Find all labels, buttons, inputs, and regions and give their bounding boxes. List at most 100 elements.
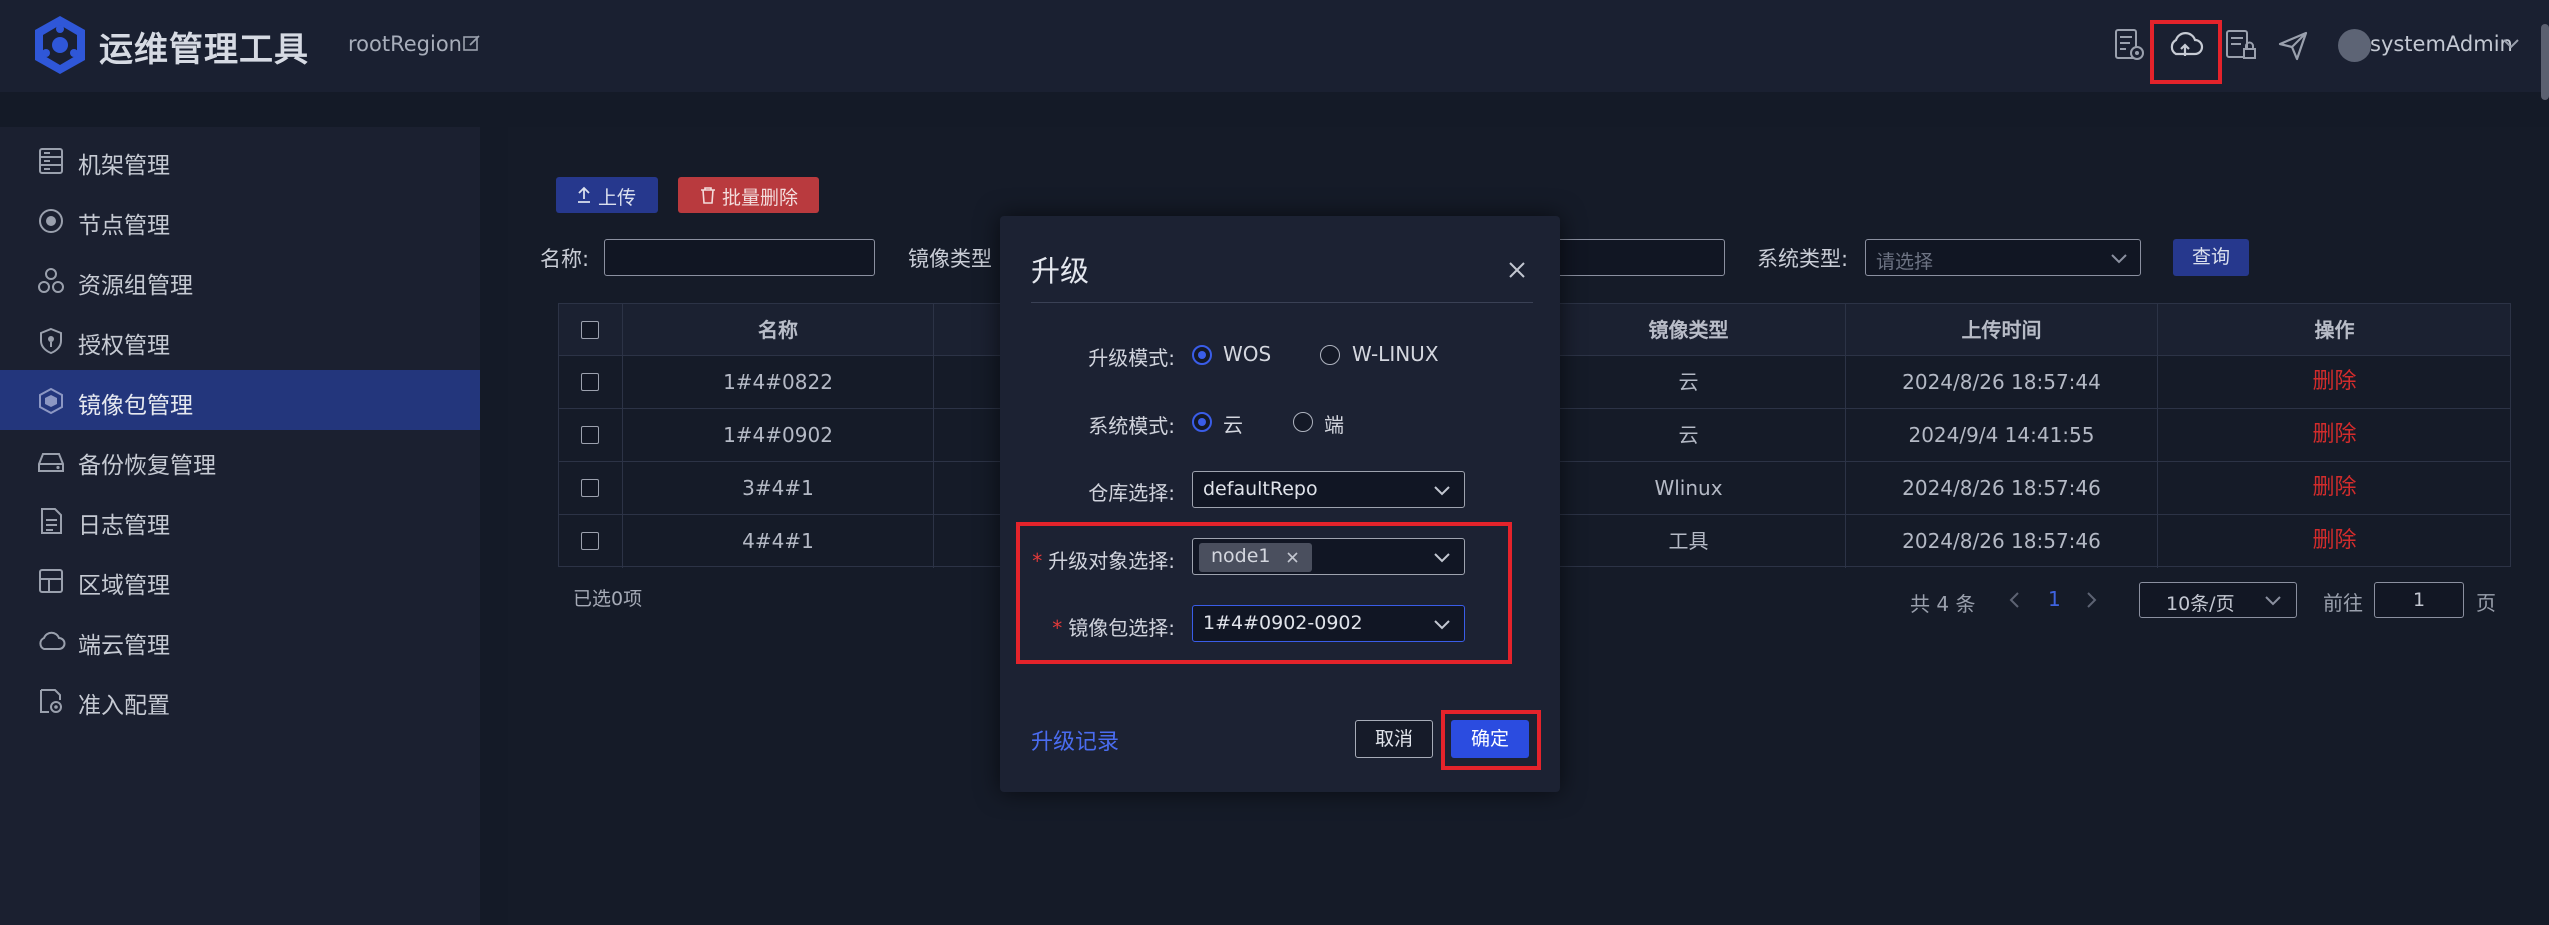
selected-count: 已选0项 [573, 588, 643, 610]
col-image-type: 镜像类型 [1532, 304, 1846, 355]
sidebar-item-license[interactable]: 授权管理 [0, 310, 480, 370]
delete-link[interactable]: 删除 [2158, 462, 2511, 514]
cell-image-type: 云 [1532, 409, 1846, 461]
row-checkbox[interactable] [581, 479, 599, 497]
sidebar-item-resource-group[interactable]: 资源组管理 [0, 250, 480, 310]
header-checkbox-cell [559, 304, 623, 355]
sidebar-item-label: 区域管理 [78, 573, 170, 599]
page-size-select[interactable]: 10条/页 [2139, 582, 2297, 618]
document-settings-icon[interactable] [2110, 26, 2148, 64]
cell-upload-time: 2024/8/26 18:57:44 [1846, 356, 2158, 408]
row-checkbox-cell [559, 356, 623, 408]
row-checkbox[interactable] [581, 373, 599, 391]
col-upload-time: 上传时间 [1846, 304, 2158, 355]
radio-cloud-label: 云 [1223, 413, 1243, 437]
sidebar-item-backup[interactable]: 备份恢复管理 [0, 430, 480, 490]
cloud-icon [39, 631, 66, 650]
cell-upload-time: 2024/9/4 14:41:55 [1846, 409, 2158, 461]
app-title: 运维管理工具 [99, 30, 309, 70]
radio-cloud[interactable] [1192, 412, 1212, 432]
cell-upload-time: 2024/8/26 18:57:46 [1846, 462, 2158, 514]
chevron-down-icon [2111, 254, 2127, 264]
repo-value: defaultRepo [1203, 478, 1318, 500]
sidebar-item-region[interactable]: 区域管理 [0, 550, 480, 610]
filter-system-type-label: 系统类型: [1757, 247, 1849, 271]
trash-icon [701, 187, 715, 204]
chevron-down-icon[interactable] [2502, 38, 2520, 50]
system-type-placeholder: 请选择 [1876, 251, 1934, 273]
username[interactable]: systemAdmin [2370, 32, 2513, 56]
shield-key-icon [40, 327, 62, 355]
sidebar-item-label: 机架管理 [78, 153, 170, 179]
region-icon [39, 569, 63, 593]
sidebar-item-log[interactable]: 日志管理 [0, 490, 480, 550]
region-name: rootRegion [348, 32, 462, 56]
edit-region-icon[interactable] [462, 33, 482, 53]
sidebar-item-label: 端云管理 [78, 633, 170, 659]
log-file-icon [41, 508, 62, 534]
gear-doc-icon [40, 689, 62, 713]
app-logo-icon [35, 16, 85, 74]
chevron-down-icon [2265, 596, 2281, 606]
sidebar-item-image-package[interactable]: 镜像包管理 [0, 370, 480, 430]
send-icon[interactable] [2274, 26, 2312, 64]
close-icon[interactable] [1507, 260, 1527, 280]
backup-drive-icon [38, 453, 64, 472]
filter-name-input[interactable] [604, 239, 875, 276]
repo-select[interactable]: defaultRepo [1192, 471, 1465, 508]
radio-edge[interactable] [1293, 412, 1313, 432]
delete-link[interactable]: 删除 [2158, 356, 2511, 408]
radio-w-linux-label: W-LINUX [1352, 342, 1439, 366]
row-checkbox-cell [559, 462, 623, 514]
sidebar-item-label: 镜像包管理 [78, 393, 193, 419]
highlight-cloud-upload [2150, 20, 2222, 84]
highlight-required-fields [1016, 522, 1512, 664]
sidebar-item-label: 资源组管理 [78, 273, 193, 299]
upload-icon [578, 186, 590, 203]
goto-label: 前往 [2323, 591, 2363, 615]
sidebar-item-node[interactable]: 节点管理 [0, 190, 480, 250]
cell-image-type: Wlinux [1532, 462, 1846, 514]
select-all-checkbox[interactable] [581, 321, 599, 339]
goto-page-input[interactable]: 1 [2374, 582, 2464, 618]
cell-name: 1#4#0902 [623, 409, 934, 461]
row-checkbox[interactable] [581, 532, 599, 550]
upgrade-history-link[interactable]: 升级记录 [1031, 724, 1119, 756]
upgrade-dialog: 升级 升级模式: WOS W-LINUX 系统模式: 云 端 仓库选择: def… [1000, 216, 1560, 792]
node-icon [39, 209, 63, 233]
page-size-value: 10条/页 [2166, 593, 2235, 615]
sidebar-item-edge-cloud[interactable]: 端云管理 [0, 610, 480, 670]
upload-label: 上传 [598, 187, 637, 209]
chevron-down-icon [1434, 486, 1450, 496]
sidebar-item-label: 日志管理 [78, 513, 170, 539]
upgrade-mode-label: 升级模式: [1088, 346, 1175, 370]
delete-link[interactable]: 删除 [2158, 515, 2511, 568]
repo-label: 仓库选择: [1088, 481, 1175, 505]
cell-image-type: 云 [1532, 356, 1846, 408]
delete-link[interactable]: 删除 [2158, 409, 2511, 461]
chevron-right-icon[interactable] [2084, 591, 2098, 609]
radio-wos[interactable] [1192, 345, 1212, 365]
cancel-button[interactable]: 取消 [1355, 720, 1433, 758]
sidebar-item-admission[interactable]: 准入配置 [0, 670, 480, 730]
row-checkbox[interactable] [581, 426, 599, 444]
page-scrollbar[interactable] [2541, 24, 2549, 100]
col-action: 操作 [2314, 318, 2355, 342]
package-icon [39, 387, 63, 415]
system-mode-label: 系统模式: [1088, 414, 1175, 438]
query-button[interactable]: 查询 [2173, 239, 2249, 276]
filter-image-type-input[interactable] [1555, 239, 1725, 276]
cubes-icon [38, 268, 64, 293]
sidebar-item-rack[interactable]: 机架管理 [0, 130, 480, 190]
user-avatar[interactable] [2338, 29, 2371, 62]
cell-upload-time: 2024/8/26 18:57:46 [1846, 515, 2158, 568]
radio-w-linux[interactable] [1320, 345, 1340, 365]
current-page[interactable]: 1 [2048, 587, 2061, 611]
list-lock-icon[interactable] [2222, 26, 2260, 64]
cell-name: 4#4#1 [623, 515, 934, 568]
upload-button[interactable]: 上传 [556, 177, 658, 213]
system-type-select[interactable]: 请选择 [1865, 239, 2141, 276]
cell-image-type: 工具 [1532, 515, 1846, 568]
batch-delete-button[interactable]: 批量删除 [678, 177, 819, 213]
chevron-left-icon[interactable] [2008, 591, 2022, 609]
